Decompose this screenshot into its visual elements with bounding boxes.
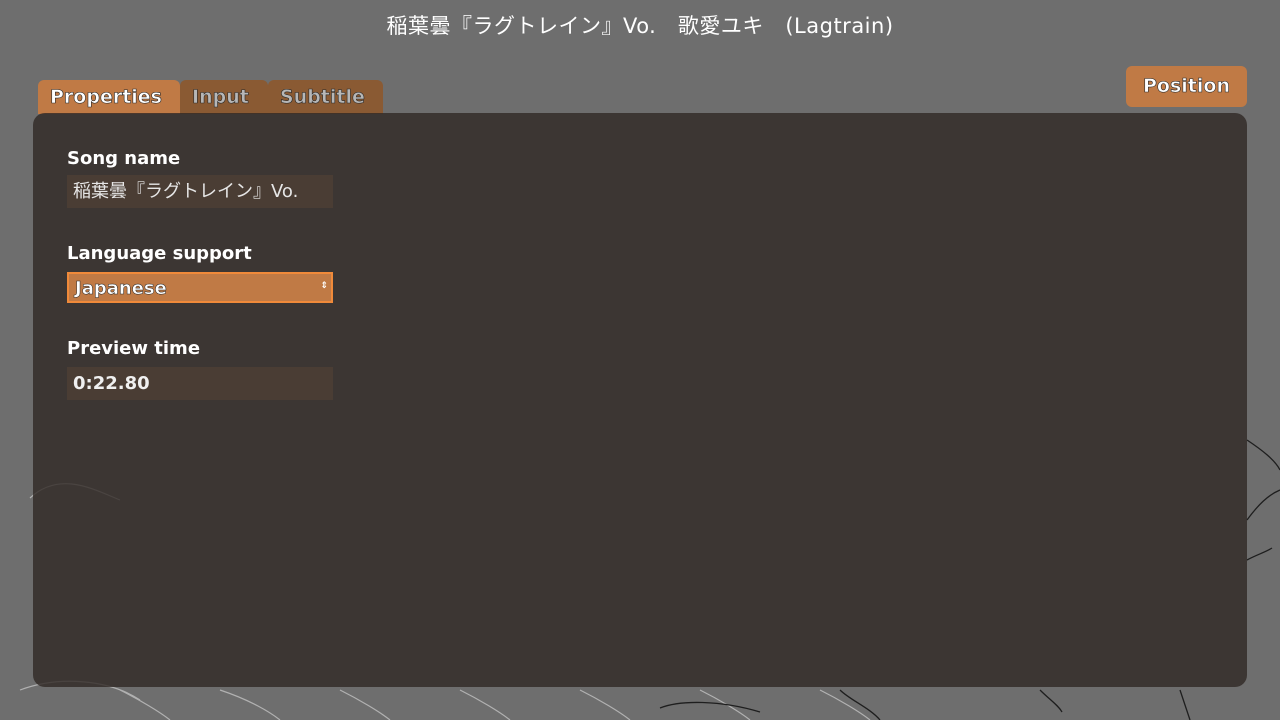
preview-time-input[interactable]: 0:22.80 xyxy=(67,367,333,400)
song-name-label: Song name xyxy=(67,148,181,169)
language-support-select[interactable]: Japanese ⇕ xyxy=(67,272,333,303)
updown-arrows-icon: ⇕ xyxy=(320,281,328,291)
window-title: 稲葉曇『ラグトレイン』Vo. 歌愛ユキ (Lagtrain) xyxy=(386,14,894,38)
language-support-label: Language support xyxy=(67,243,252,264)
tab-bar: Properties Input Subtitle xyxy=(38,80,383,114)
song-name-input[interactable]: 稲葉曇『ラグトレイン』Vo. xyxy=(67,175,333,208)
language-support-value: Japanese xyxy=(75,278,167,300)
position-button[interactable]: Position xyxy=(1126,66,1247,107)
tab-properties[interactable]: Properties xyxy=(38,80,180,114)
tab-input[interactable]: Input xyxy=(180,80,268,114)
properties-panel: Song name 稲葉曇『ラグトレイン』Vo. Language suppor… xyxy=(33,113,1247,687)
preview-time-label: Preview time xyxy=(67,338,201,359)
tab-subtitle[interactable]: Subtitle xyxy=(268,80,383,114)
app-stage: 稲葉曇『ラグトレイン』Vo. 歌愛ユキ (Lagtrain) Propertie… xyxy=(0,0,1280,720)
